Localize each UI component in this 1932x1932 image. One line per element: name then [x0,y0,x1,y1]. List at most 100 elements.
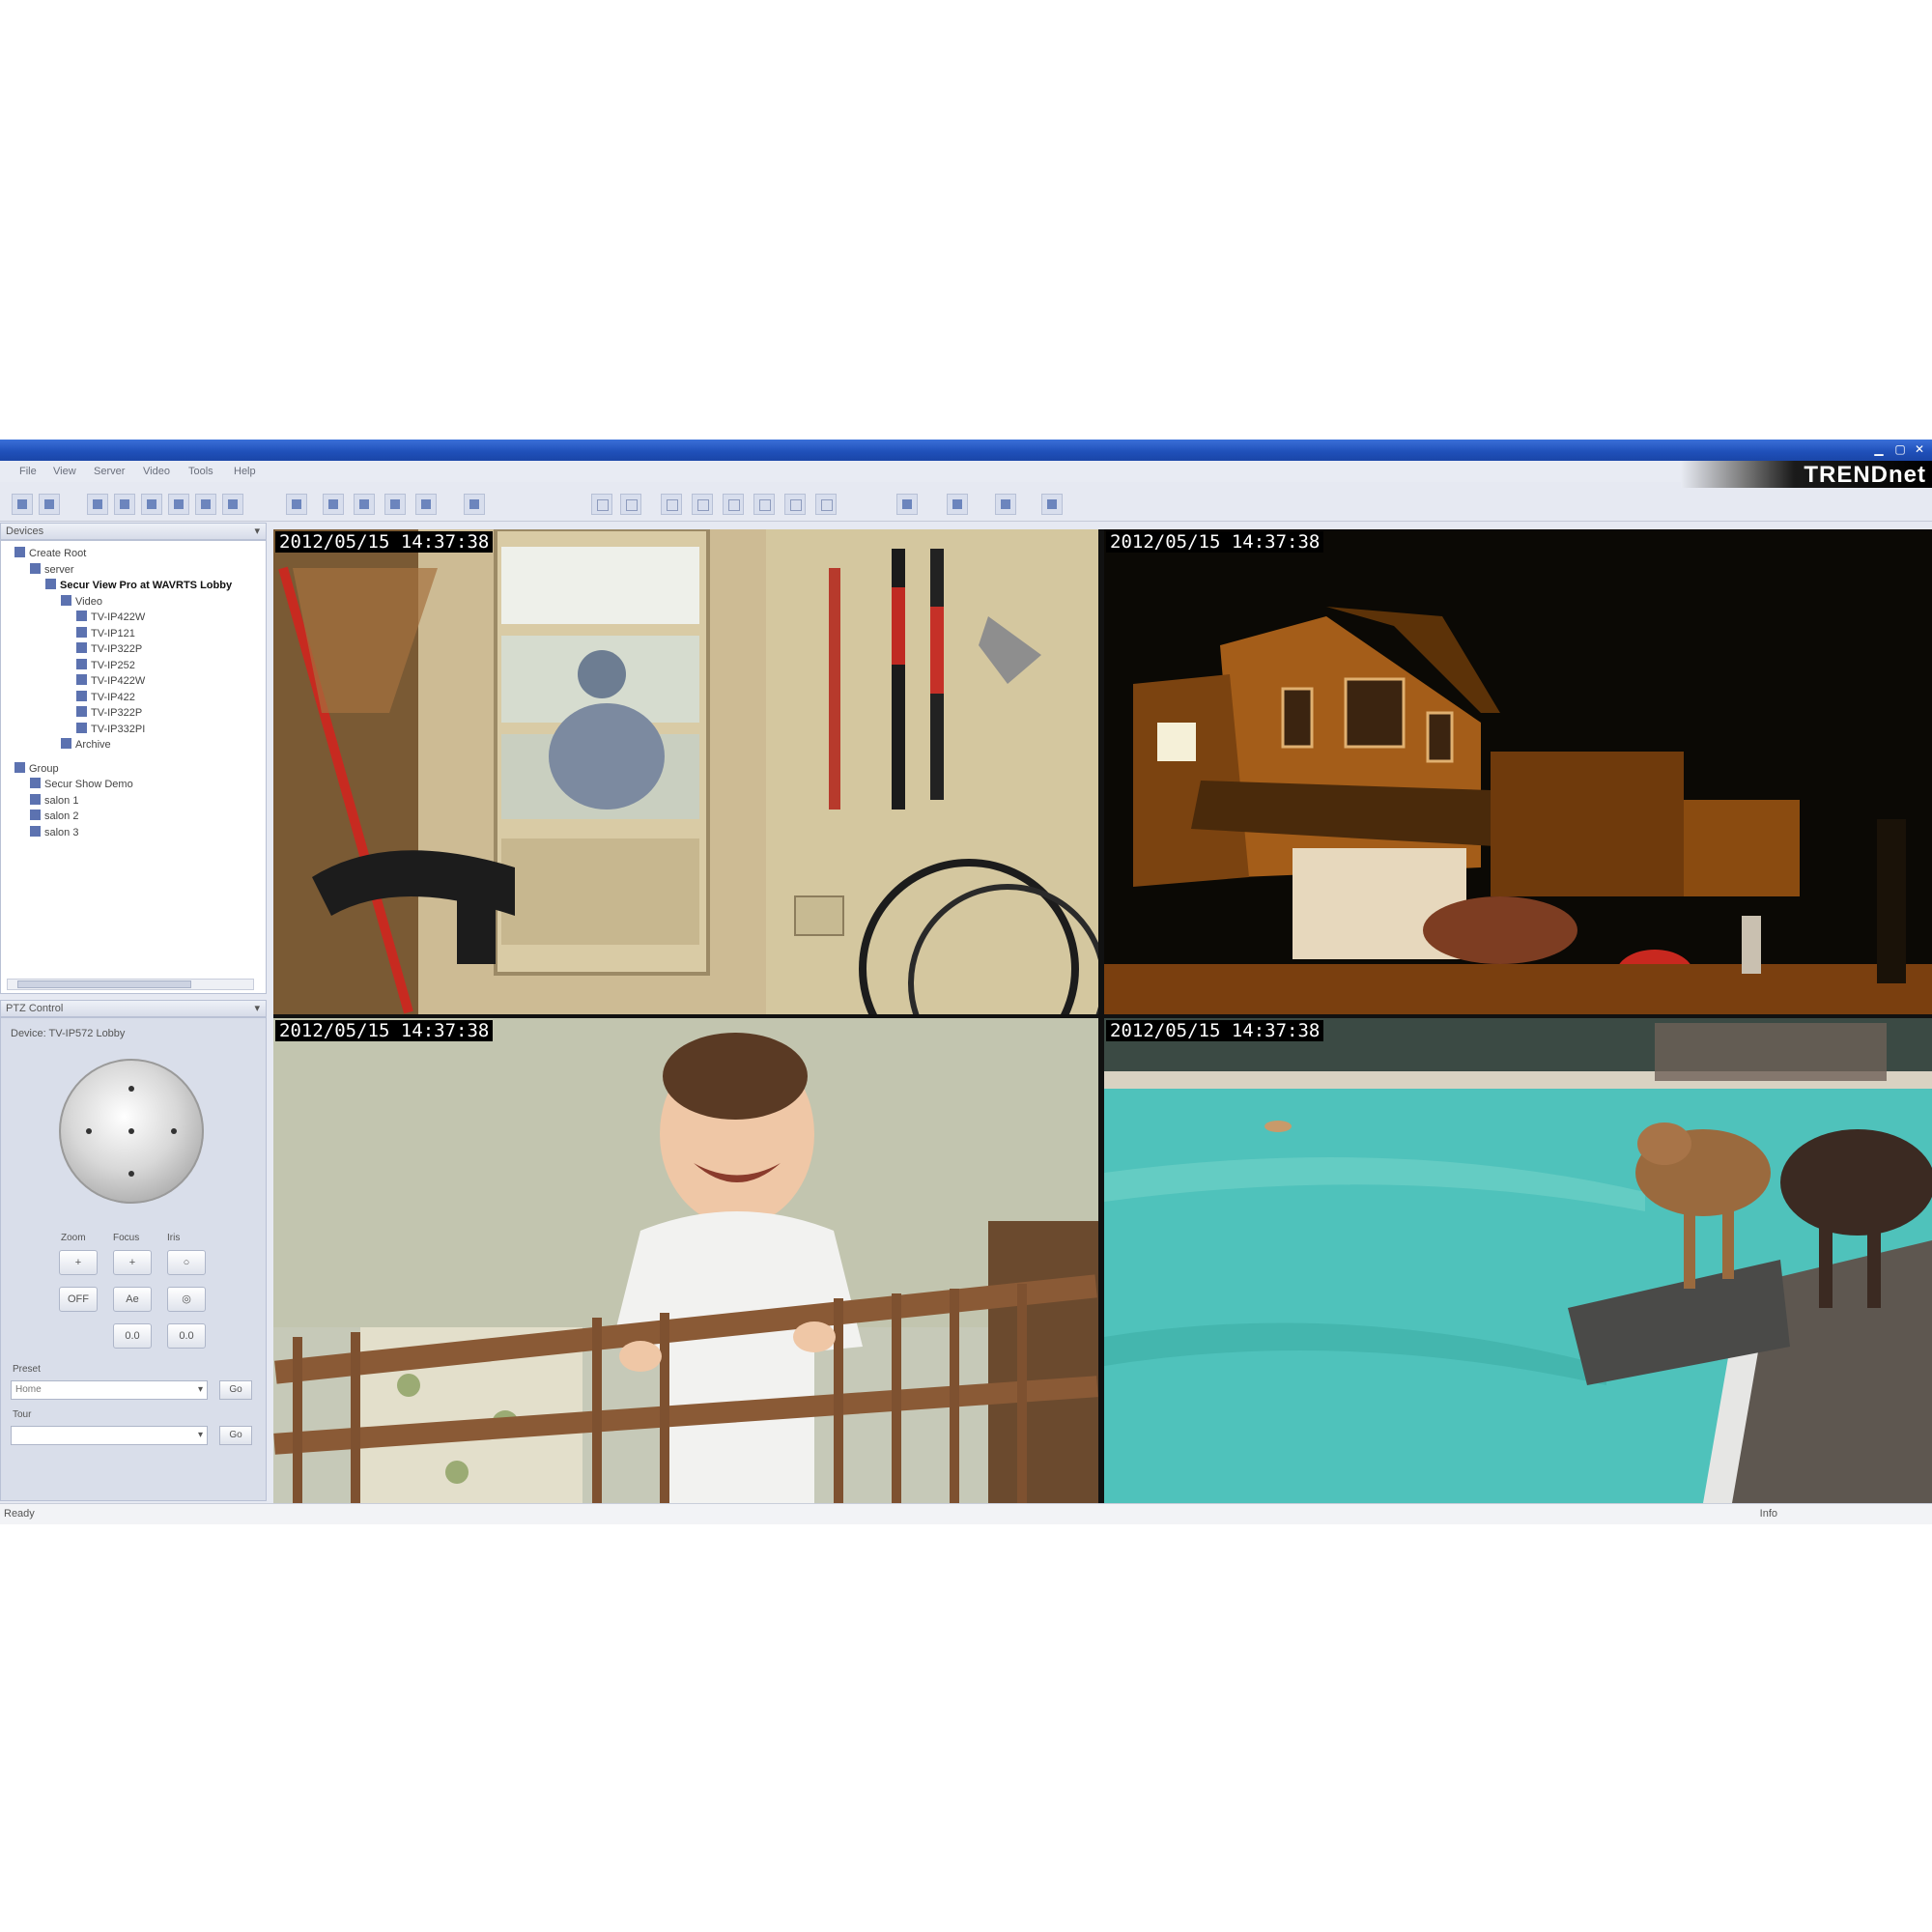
tree-item-label: salon 2 [44,810,79,822]
camera-timestamp: 2012/05/15 14:37:38 [275,1020,494,1041]
camera-tile-pool[interactable]: 2012/05/15 14:37:38 [1104,1018,1932,1503]
toolbar-window-icon[interactable] [1041,494,1063,515]
tree-item[interactable]: Group [14,761,59,776]
toolbar-device-icon[interactable] [87,494,108,515]
layout-16-icon[interactable] [815,494,837,515]
tree-node-icon [76,722,87,733]
toolbar-playback-icon[interactable] [222,494,243,515]
minimize-icon[interactable]: ▁ [1870,442,1888,457]
tree-item[interactable]: TV-IP322P [76,706,142,720]
iris-open-button[interactable]: ○ [167,1250,206,1275]
tree-item-label: TV-IP322P [91,643,143,655]
tree-item[interactable]: TV-IP121 [76,626,135,640]
tree-item[interactable]: TV-IP422W [76,674,145,688]
tree-item[interactable]: salon 2 [30,810,78,823]
menu-view[interactable]: View [53,465,76,478]
tree-node-icon [76,674,87,685]
devices-panel-title: Devices [6,526,44,537]
preset-go-button[interactable]: Go [219,1380,252,1400]
zoom-label: Zoom [61,1233,86,1243]
tree-node-icon [14,547,25,557]
maximize-icon[interactable]: ▢ [1891,442,1909,457]
tree-node-icon [61,738,71,749]
ptz-joystick-dome[interactable] [59,1059,204,1204]
toolbar-sequence-icon[interactable] [995,494,1016,515]
layout-9-icon[interactable] [723,494,744,515]
menu-help[interactable]: Help [234,465,256,478]
focus-label: Focus [113,1233,140,1243]
toolbar-snapshot-icon[interactable] [195,494,216,515]
tree-item[interactable]: Secur Show Demo [30,778,133,791]
toolbar-export-icon[interactable] [415,494,437,515]
toolbar-ptz-icon[interactable] [323,494,344,515]
toolbar-monitor-icon[interactable] [896,494,918,515]
toolbar-pointer-icon[interactable] [947,494,968,515]
camera-timestamp: 2012/05/15 14:37:38 [1106,531,1324,553]
layout-4-icon[interactable] [620,494,641,515]
tree-node-icon [14,761,25,773]
close-icon[interactable]: ✕ [1911,442,1928,457]
devices-panel-header: Devices ▾ [0,523,267,540]
zoom-out-button[interactable]: OFF [59,1287,98,1312]
tree-item[interactable]: Secur View Pro at WAVRTS Lobby [45,579,232,592]
layout-6-icon[interactable] [661,494,682,515]
camera-timestamp: 2012/05/15 14:37:38 [1106,1020,1324,1041]
window-title [6,442,122,456]
toolbar-user-icon[interactable] [464,494,485,515]
layout-1-icon[interactable] [591,494,612,515]
menu-server[interactable]: Server [94,465,125,478]
layout-13-icon[interactable] [784,494,806,515]
toolbar-fullscreen-icon[interactable] [286,494,307,515]
menu-tools[interactable]: Tools [188,465,213,478]
tree-item[interactable]: Create Root [14,547,86,560]
tree-item[interactable]: server [30,562,74,577]
tree-node-icon [76,626,87,638]
camera-timestamp: 2012/05/15 14:37:38 [275,531,494,553]
toolbar-edit-icon[interactable] [141,494,162,515]
tree-item[interactable]: TV-IP422W [76,611,145,624]
tree-item[interactable]: TV-IP332PI [76,722,145,736]
pin-icon[interactable]: ▾ [254,1001,260,1016]
toolbar-image-icon[interactable] [114,494,135,515]
focus-near-button[interactable]: + [113,1250,152,1275]
dome-left-dot [86,1128,92,1134]
tree-item[interactable]: salon 3 [30,825,78,839]
zoom-in-button[interactable]: + [59,1250,98,1275]
iris-close-button[interactable]: ◎ [167,1287,206,1312]
scrollbar-thumb[interactable] [17,980,191,988]
tree-item[interactable]: salon 1 [30,793,78,808]
trendnet-logo: TRENDnet [1681,461,1932,490]
toolbar-open-icon[interactable] [12,494,33,515]
tree-node-icon [76,658,87,669]
toolbar-save-icon[interactable] [39,494,60,515]
camera-tile-nursery[interactable]: 2012/05/15 14:37:38 [273,1018,1098,1503]
tree-item[interactable]: Video [61,594,102,609]
toolbar-record-icon[interactable] [168,494,189,515]
tour-select[interactable] [11,1426,208,1445]
camera-tile-garage[interactable]: 2012/05/15 14:37:38 [273,529,1098,1014]
tour-go-button[interactable]: Go [219,1426,252,1445]
tree-node-icon [30,793,41,805]
tree-item[interactable]: Archive [61,738,111,752]
tree-item-label: Archive [75,739,111,751]
pin-icon[interactable]: ▾ [254,524,260,539]
tree-item[interactable]: TV-IP322P [76,642,142,656]
speed-button-1[interactable]: 0.0 [113,1323,152,1349]
camera-tile-house[interactable]: 2012/05/15 14:37:38 [1104,529,1932,1014]
speed-button-2[interactable]: 0.0 [167,1323,206,1349]
dome-center-dot [128,1128,134,1134]
menu-file[interactable]: File [19,465,37,478]
toolbar-search-icon[interactable] [384,494,406,515]
toolbar-settings-icon[interactable] [354,494,375,515]
layout-8-icon[interactable] [692,494,713,515]
preset-select[interactable]: Home [11,1380,208,1400]
tree-item[interactable]: TV-IP252 [76,658,135,672]
dome-right-dot [171,1128,177,1134]
status-text: Ready [4,1508,35,1520]
preset-label: Preset [13,1364,41,1375]
auto-focus-button[interactable]: Ae [113,1287,152,1312]
menu-video[interactable]: Video [143,465,170,478]
tree-item[interactable]: TV-IP422 [76,690,135,704]
layout-10-icon[interactable] [753,494,775,515]
tree-scrollbar[interactable] [7,979,254,990]
